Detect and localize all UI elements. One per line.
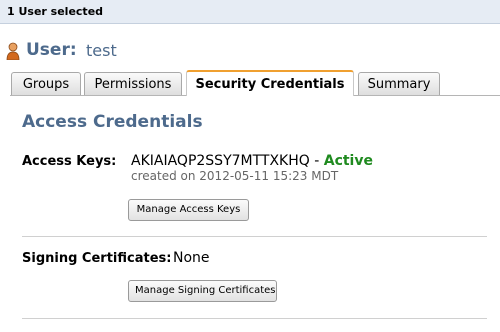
tab-security-credentials[interactable]: Security Credentials — [186, 70, 354, 96]
manage-access-keys-button[interactable]: Manage Access Keys — [128, 199, 249, 221]
manage-signing-certificates-button[interactable]: Manage Signing Certificates — [128, 280, 277, 302]
tab-permissions[interactable]: Permissions — [84, 72, 182, 95]
access-key-separator: - — [309, 153, 324, 169]
user-icon — [6, 42, 20, 60]
access-key-line: AKIAIAQP2SSY7MTTXKHQ - Active — [131, 153, 373, 169]
access-keys-label: Access Keys: — [22, 154, 117, 169]
tab-groups[interactable]: Groups — [11, 72, 81, 95]
user-label: User: — [26, 40, 77, 60]
signing-certificates-label: Signing Certificates: — [22, 251, 172, 266]
section-divider-bottom — [22, 318, 487, 319]
section-title: Access Credentials — [22, 112, 203, 132]
signing-certificates-value: None — [173, 250, 210, 266]
section-divider — [22, 236, 487, 237]
selection-bar: 1 User selected — [0, 0, 500, 24]
user-name: test — [86, 41, 117, 60]
access-key-status: Active — [323, 153, 373, 169]
selection-count: 1 User selected — [7, 5, 104, 18]
tab-summary[interactable]: Summary — [358, 72, 440, 95]
access-key-created: created on 2012-05-11 15:23 MDT — [131, 169, 339, 183]
access-key-id: AKIAIAQP2SSY7MTTXKHQ — [131, 153, 310, 169]
